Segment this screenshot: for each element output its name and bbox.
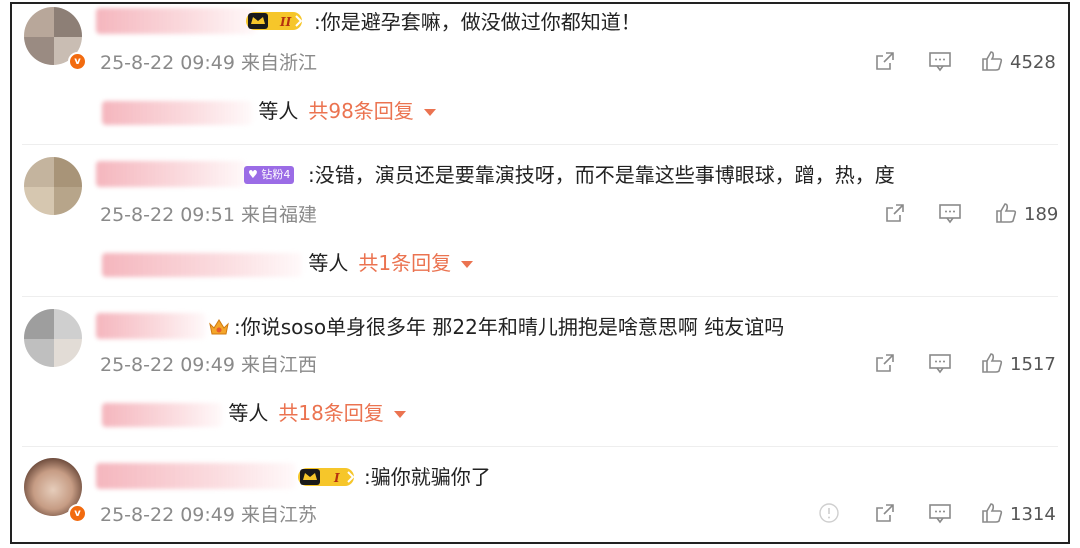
reply-summary[interactable]: 等人 共1条回复 [102, 250, 474, 277]
like-count: 4528 [1010, 52, 1056, 73]
comment-icon[interactable] [928, 502, 952, 528]
crown-icon [209, 319, 229, 335]
username[interactable] [96, 313, 206, 339]
comment-text: :你是避孕套嘛，做没做过你都知道！ [314, 10, 641, 34]
comment-actions: 1517 [868, 352, 1068, 378]
reply-summary[interactable]: 等人 共18条回复 [102, 400, 406, 427]
reply-who: 等人 [228, 401, 269, 425]
comment-meta: 25-8-22 09:49 来自江西 [100, 353, 317, 377]
divider [22, 296, 1058, 297]
reply-who: 等人 [258, 99, 299, 123]
comment-meta: 25-8-22 09:49 来自浙江 [100, 51, 317, 75]
comment-icon[interactable] [928, 50, 952, 76]
comment-text: :没错，演员还是要靠演技呀，而不是靠这些事博眼球，蹭，热，度 [308, 163, 895, 187]
comment-meta: 25-8-22 09:51 来自福建 [100, 203, 317, 227]
comment-text: :你说soso单身很多年 那22年和晴儿拥抱是啥意思啊 纯友谊吗 [234, 315, 785, 339]
vip-badge: II [246, 12, 303, 30]
reply-count[interactable]: 共98条回复 [308, 99, 413, 123]
divider [22, 446, 1058, 447]
like-count: 1517 [1010, 354, 1056, 375]
comment-time: 25-8-22 09:49 [100, 354, 235, 376]
reply-summary[interactable]: 等人 共98条回复 [102, 98, 436, 125]
comment-time: 25-8-22 09:51 [100, 204, 235, 226]
username[interactable] [96, 161, 246, 187]
comment-actions: 1314 [818, 502, 1068, 528]
forward-icon[interactable] [874, 50, 896, 76]
comment-location: 来自浙江 [241, 52, 318, 74]
comment-list: v II :你是避孕套嘛，做没做过你都知道！ 25-8-22 09:49 来自浙… [10, 2, 1070, 544]
comment-location: 来自江西 [241, 354, 318, 376]
reply-count[interactable]: 共1条回复 [358, 251, 451, 275]
comment-time: 25-8-22 09:49 [100, 52, 235, 74]
like-count: 1314 [1010, 504, 1056, 525]
report-icon[interactable] [818, 502, 840, 528]
comment-time: 25-8-22 09:49 [100, 504, 235, 526]
divider [22, 144, 1058, 145]
like-icon[interactable] [980, 502, 1004, 528]
like-icon[interactable] [980, 352, 1004, 378]
forward-icon[interactable] [874, 352, 896, 378]
verified-icon: v [68, 52, 87, 71]
chevron-down-icon[interactable] [393, 411, 406, 418]
chevron-down-icon[interactable] [423, 109, 436, 116]
vip-badge: I [298, 468, 355, 486]
comment-actions: 189 [878, 202, 1068, 228]
username[interactable] [96, 8, 256, 34]
reply-count[interactable]: 共18条回复 [278, 401, 383, 425]
reply-who: 等人 [308, 251, 349, 275]
reply-usernames [102, 100, 252, 125]
like-count: 189 [1024, 204, 1059, 225]
forward-icon[interactable] [884, 202, 906, 228]
comment-meta: 25-8-22 09:49 来自江苏 [100, 503, 317, 527]
svg-text:I: I [333, 471, 340, 485]
comment-location: 来自江苏 [241, 504, 318, 526]
comment-icon[interactable] [928, 352, 952, 378]
forward-icon[interactable] [874, 502, 896, 528]
comment-location: 来自福建 [241, 204, 318, 226]
verified-icon: v [68, 504, 87, 523]
like-icon[interactable] [994, 202, 1018, 228]
reply-usernames [102, 402, 222, 427]
svg-text:II: II [279, 15, 292, 29]
comment-icon[interactable] [938, 202, 962, 228]
comment-actions: 4528 [868, 50, 1068, 76]
avatar[interactable] [24, 157, 82, 215]
chevron-down-icon[interactable] [461, 261, 474, 268]
like-icon[interactable] [980, 50, 1004, 76]
reply-usernames [102, 252, 302, 277]
username[interactable] [96, 463, 296, 489]
comment-text: :骗你就骗你了 [364, 465, 491, 489]
fan-badge: ♥ 钻粉4 [244, 166, 295, 184]
avatar[interactable] [24, 309, 82, 367]
